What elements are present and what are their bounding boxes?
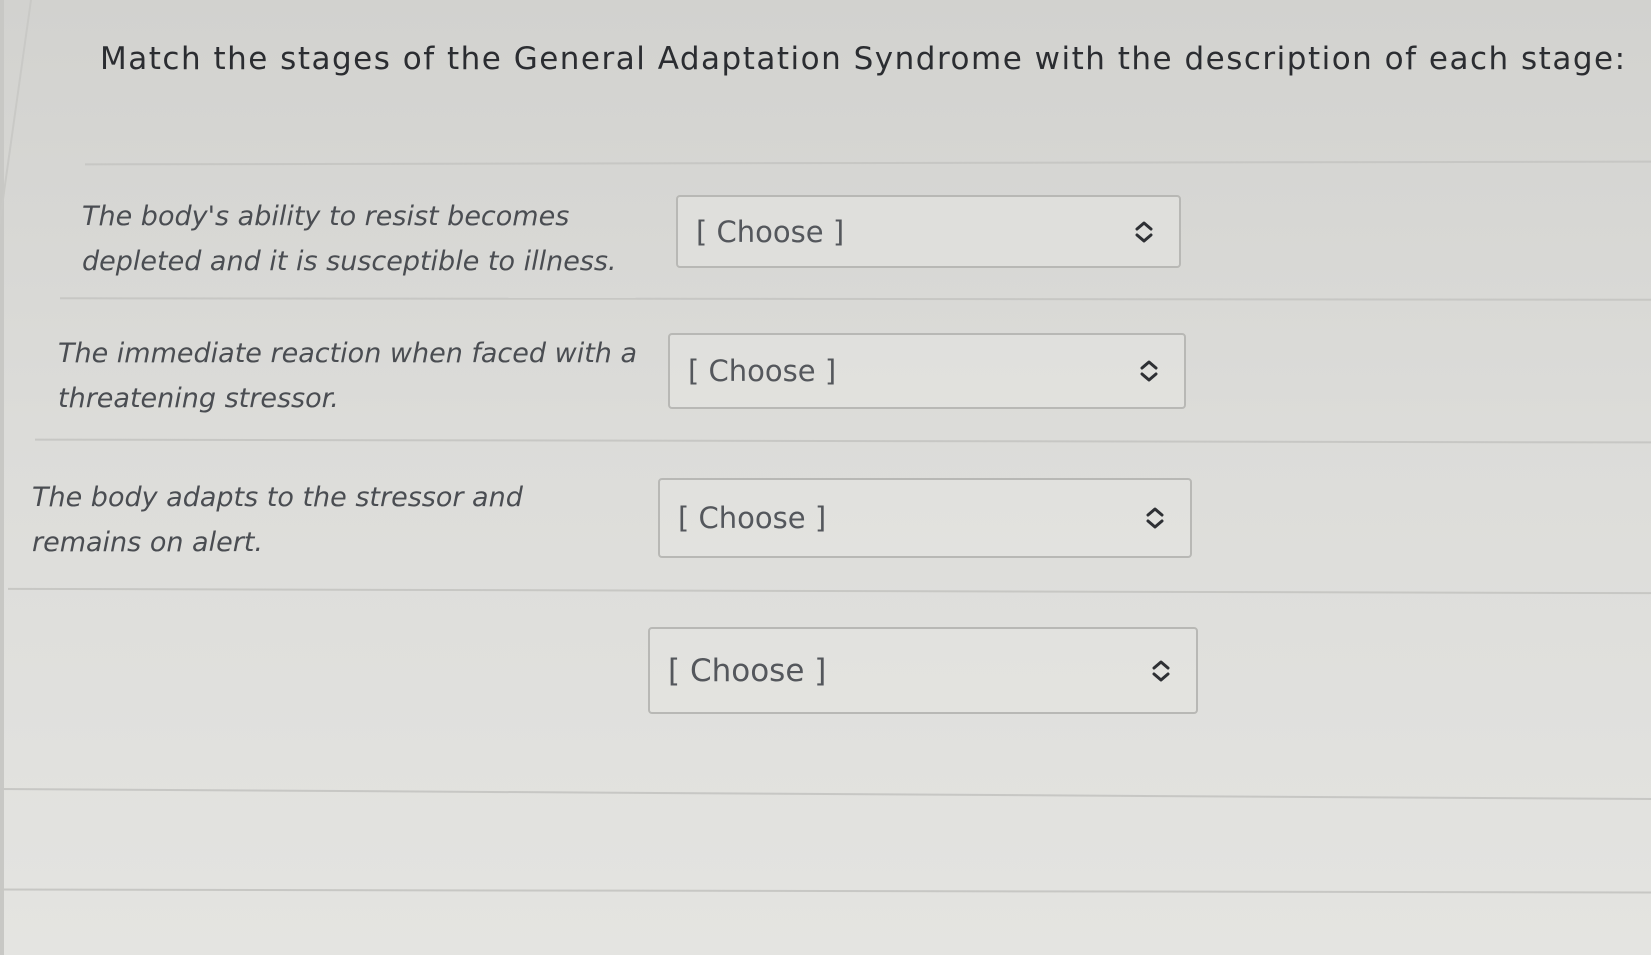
divider bbox=[8, 587, 1651, 595]
divider bbox=[34, 438, 1651, 444]
select-value: [ Choose ] bbox=[688, 354, 837, 388]
chevron-up-down-icon bbox=[1146, 507, 1164, 529]
answer-select[interactable]: [ Choose ] bbox=[658, 478, 1192, 558]
question-prompt: Match the stages of the General Adaptati… bbox=[100, 41, 1627, 77]
chevron-up-down-icon bbox=[1140, 360, 1158, 382]
select-value: [ Choose ] bbox=[668, 652, 827, 689]
divider bbox=[59, 297, 1651, 301]
select-value: [ Choose ] bbox=[696, 214, 845, 249]
answer-select[interactable]: [ Choose ] bbox=[648, 627, 1198, 714]
page-margin-line bbox=[0, 0, 33, 520]
answer-select[interactable]: [ Choose ] bbox=[676, 195, 1181, 268]
page-left-edge bbox=[0, 0, 4, 955]
divider bbox=[0, 888, 1651, 894]
answer-description: The immediate reaction when faced with a… bbox=[58, 338, 638, 414]
chevron-up-down-icon bbox=[1152, 660, 1170, 681]
divider bbox=[0, 787, 1651, 801]
select-value: [ Choose ] bbox=[678, 501, 827, 535]
answer-description: The body's ability to resist becomes dep… bbox=[82, 201, 617, 277]
answer-select[interactable]: [ Choose ] bbox=[668, 333, 1186, 409]
chevron-up-down-icon bbox=[1135, 221, 1153, 242]
answer-description: The body adapts to the stressor and rema… bbox=[32, 482, 523, 558]
quiz-page: Match the stages of the General Adaptati… bbox=[0, 0, 1651, 955]
divider bbox=[84, 160, 1651, 166]
